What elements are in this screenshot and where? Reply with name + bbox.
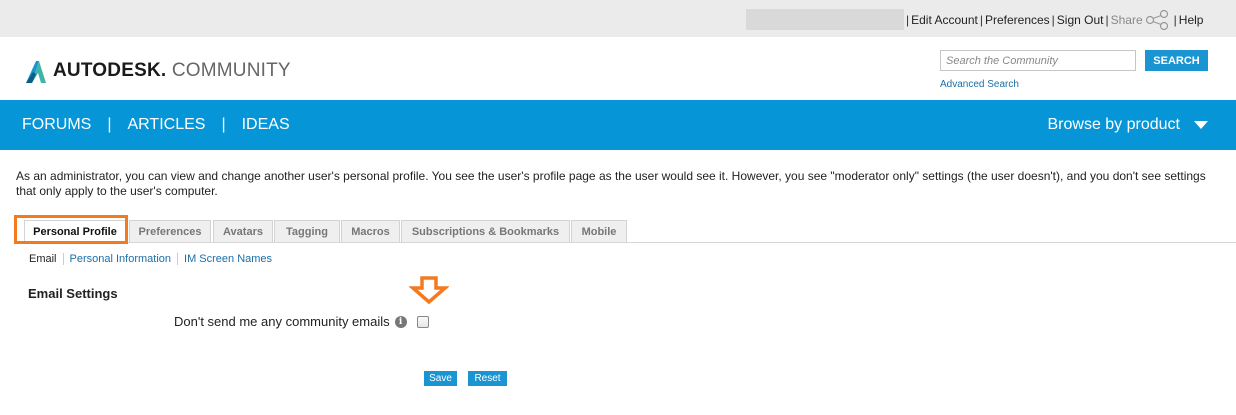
profile-subtabs: Email Personal Information IM Screen Nam… [29,253,272,265]
browse-label: Browse by product [1047,116,1180,133]
top-utility-bar: | Edit Account | Preferences | Sign Out … [0,0,1236,37]
subtab-im-screen-names[interactable]: IM Screen Names [184,253,272,265]
save-button[interactable]: Save [424,371,457,386]
nav-ideas[interactable]: IDEAS [242,116,290,134]
share-link[interactable]: Share [1111,13,1143,27]
subtab-personal-information[interactable]: Personal Information [70,253,172,265]
nav-forums[interactable]: FORUMS [22,116,91,134]
tab-mobile[interactable]: Mobile [571,220,627,242]
active-tab-highlight [14,215,128,244]
edit-account-link[interactable]: Edit Account [911,13,978,27]
nav-articles[interactable]: ARTICLES [127,116,205,134]
sign-out-link[interactable]: Sign Out [1057,13,1104,27]
search-button[interactable]: SEARCH [1145,50,1208,71]
no-emails-option: Don't send me any community emails i [174,314,429,329]
tab-avatars[interactable]: Avatars [213,220,273,242]
subtab-email[interactable]: Email [29,253,57,265]
tab-preferences[interactable]: Preferences [129,220,211,242]
logo-community: COMMUNITY [166,60,291,81]
preferences-link[interactable]: Preferences [985,13,1050,27]
site-header: AUTODESK. COMMUNITY SEARCH Advanced Sear… [0,37,1236,100]
help-link[interactable]: Help [1179,13,1204,27]
down-arrow-annotation-icon [409,276,449,304]
no-emails-checkbox[interactable] [416,315,429,328]
utility-links: | Edit Account | Preferences | Sign Out … [904,9,1204,30]
logo-brand: AUTODESK. [53,60,167,81]
profile-tabs: Personal Profile Preferences Avatars Tag… [16,218,1236,243]
tab-subscriptions-bookmarks[interactable]: Subscriptions & Bookmarks [401,220,570,242]
chevron-down-icon [1194,121,1208,129]
tab-tagging[interactable]: Tagging [274,220,340,242]
admin-intro-text: As an administrator, you can view and ch… [16,169,1206,198]
share-icon[interactable] [1145,9,1171,30]
username-redacted [746,9,904,30]
browse-by-product-dropdown[interactable]: Browse by product [1047,116,1208,134]
no-emails-label: Don't send me any community emails [174,314,390,329]
site-logo-text[interactable]: AUTODESK. COMMUNITY [53,60,291,82]
reset-button[interactable]: Reset [468,371,507,386]
info-icon[interactable]: i [394,315,407,328]
email-settings-heading: Email Settings [28,286,118,301]
tab-macros[interactable]: Macros [341,220,400,242]
search-input[interactable] [940,50,1136,71]
advanced-search-link[interactable]: Advanced Search [940,79,1019,90]
autodesk-logo-icon[interactable] [24,59,48,83]
main-nav: FORUMS | ARTICLES | IDEAS Browse by prod… [0,100,1236,150]
